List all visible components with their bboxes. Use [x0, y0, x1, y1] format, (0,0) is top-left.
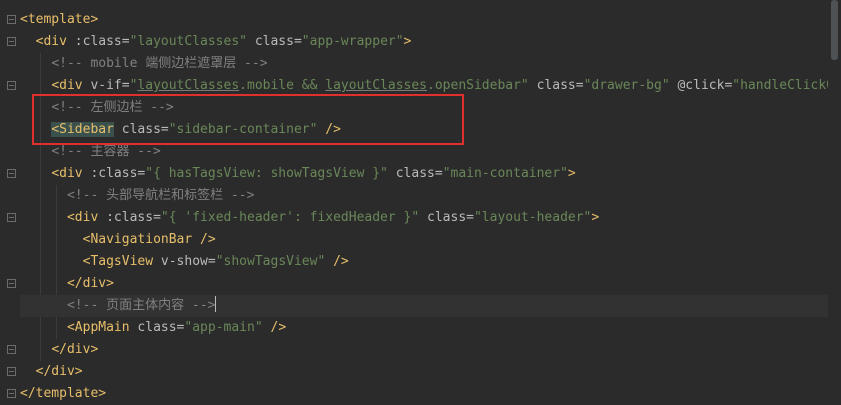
code-token: >	[403, 34, 412, 49]
code-token: "showTagsView"	[215, 254, 326, 269]
fold-marker-icon[interactable]	[7, 169, 16, 178]
code-line[interactable]: <template>	[20, 9, 841, 31]
code-line[interactable]: </div>	[20, 273, 841, 295]
code-line[interactable]: </div>	[20, 339, 841, 361]
fold-gutter	[0, 0, 20, 405]
code-token: "{ hasTagsView: showTagsView }"	[145, 166, 388, 181]
code-token: "handleClickOutside"	[732, 78, 841, 93]
fold-marker-icon[interactable]	[7, 367, 16, 376]
code-token: <div	[51, 166, 91, 181]
code-token: <template>	[20, 12, 99, 27]
code-line[interactable]: <!-- mobile 端侧边栏遮罩层 -->	[20, 53, 841, 75]
code-token: layoutClasses	[137, 78, 240, 93]
code-token: class=	[419, 210, 474, 225]
code-token: class=	[528, 78, 584, 93]
fold-marker-icon[interactable]	[7, 213, 16, 222]
code-token: <div	[51, 78, 91, 93]
code-line[interactable]: </div>	[20, 361, 841, 383]
fold-marker-icon[interactable]	[7, 345, 16, 354]
code-line[interactable]: <div :class="{ 'fixed-header': fixedHead…	[20, 207, 841, 229]
code-token: <AppMain	[66, 320, 138, 335]
code-token: "main-container"	[442, 166, 568, 181]
code-token: v-show=	[160, 254, 216, 269]
code-token: </template>	[20, 386, 107, 401]
code-token: <!-- 头部导航栏和标签栏 -->	[66, 188, 255, 203]
code-token: @click=	[669, 78, 733, 93]
code-token: <!-- mobile 端侧边栏遮罩层 -->	[51, 56, 268, 71]
code-area[interactable]: <template> <div :class="layoutClasses" c…	[20, 9, 841, 405]
code-token: :class=	[106, 210, 161, 225]
code-editor[interactable]: <template> <div :class="layoutClasses" c…	[0, 0, 841, 405]
fold-marker-icon[interactable]	[7, 37, 16, 46]
code-token: </div>	[66, 276, 114, 291]
text-caret	[215, 296, 217, 312]
code-token: <div	[66, 210, 107, 225]
scrollbar-thumb[interactable]	[831, 0, 838, 60]
code-token: "layoutClasses"	[129, 34, 247, 49]
code-token: class=	[247, 34, 302, 49]
code-token: </div>	[35, 364, 83, 379]
code-token: >	[591, 210, 600, 225]
code-token: "app-main"	[184, 320, 263, 335]
code-token: <div	[35, 34, 75, 49]
code-token: "app-wrapper"	[301, 34, 404, 49]
code-token: class=	[387, 166, 443, 181]
code-line[interactable]: <div :class="{ hasTagsView: showTagsView…	[20, 163, 841, 185]
code-token: >	[567, 166, 576, 181]
code-token: </div>	[51, 342, 99, 357]
fold-marker-icon[interactable]	[7, 15, 16, 24]
code-token: <TagsView	[82, 254, 161, 269]
code-line[interactable]: <TagsView v-show="showTagsView" />	[20, 251, 841, 273]
code-token: class=	[137, 320, 185, 335]
vertical-scrollbar[interactable]	[828, 0, 841, 405]
code-token: />	[325, 254, 349, 269]
code-token: "drawer-bg"	[583, 78, 670, 93]
code-line[interactable]: <div :class="layoutClasses" class="app-w…	[20, 31, 841, 53]
code-token: "{ 'fixed-header': fixedHeader }"	[160, 210, 420, 225]
fold-marker-icon[interactable]	[7, 389, 16, 398]
code-token: layoutClasses	[325, 78, 428, 93]
code-token: .openSidebar"	[427, 78, 529, 93]
code-token: <!-- 主容器 -->	[51, 144, 161, 159]
code-line[interactable]: <AppMain class="app-main" />	[20, 317, 841, 339]
code-line[interactable]: <!-- 页面主体内容 -->	[20, 295, 828, 317]
code-line[interactable]: </template>	[20, 383, 841, 405]
code-token: <NavigationBar />	[82, 232, 216, 247]
code-token: :class=	[90, 166, 146, 181]
code-line[interactable]: <!-- 头部导航栏和标签栏 -->	[20, 185, 841, 207]
code-token: <!-- 页面主体内容 -->	[66, 298, 216, 313]
code-line[interactable]: <NavigationBar />	[20, 229, 841, 251]
annotation-highlight-box	[32, 94, 464, 145]
code-token: />	[262, 320, 287, 335]
fold-marker-icon[interactable]	[7, 279, 16, 288]
code-token: v-if=	[90, 78, 130, 93]
fold-marker-icon[interactable]	[7, 81, 16, 90]
code-token: .mobile &&	[239, 78, 326, 93]
code-token: :class=	[74, 34, 130, 49]
code-token: "layout-header"	[473, 210, 592, 225]
